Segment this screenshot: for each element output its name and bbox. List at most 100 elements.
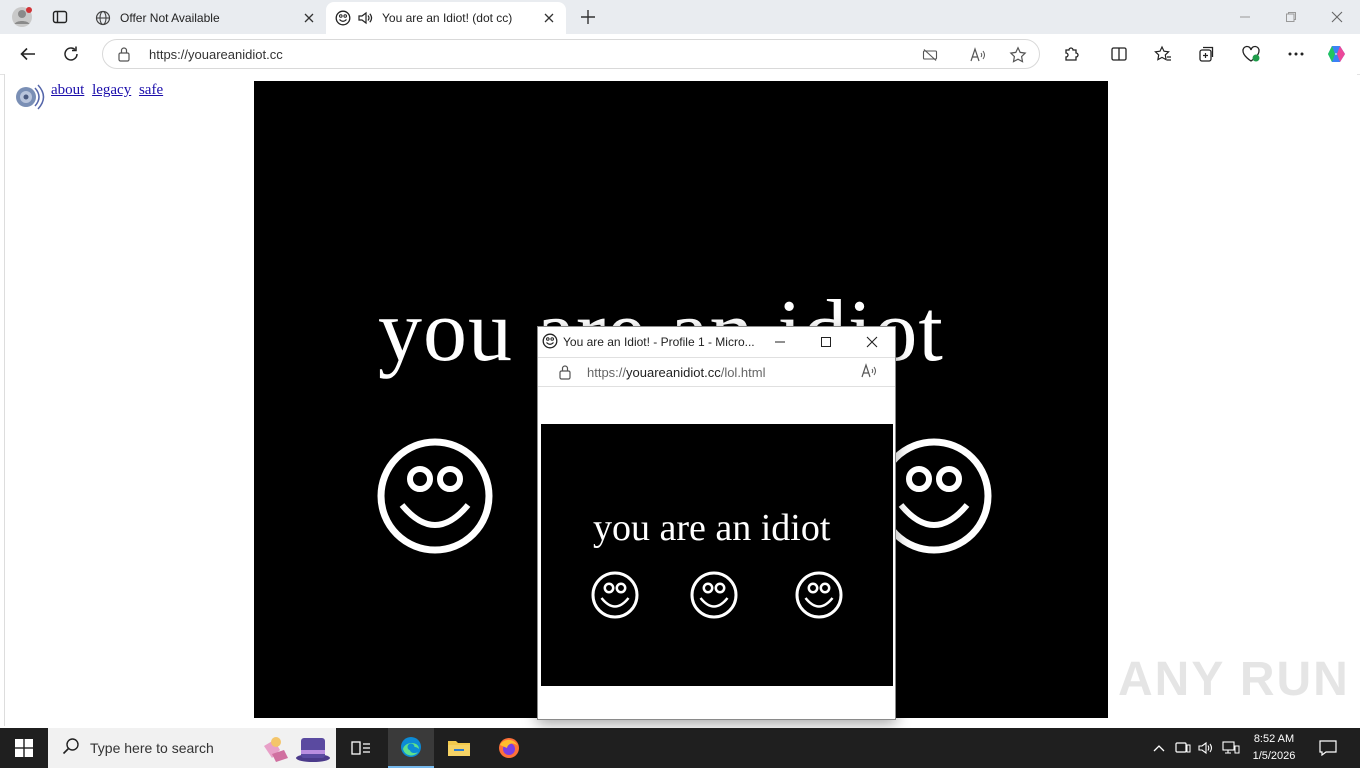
tab-close-button[interactable] <box>538 7 560 29</box>
read-aloud-icon[interactable] <box>860 363 878 384</box>
tab-title: Offer Not Available <box>120 11 220 25</box>
popup-idiot-stage[interactable]: you are an idiot <box>541 424 893 686</box>
plus-icon <box>581 10 595 24</box>
search-icon <box>62 737 80 760</box>
taskbar: Type here to search 8:52 AM 1/5/2026 <box>0 728 1360 768</box>
browser-essentials-button[interactable] <box>1236 40 1266 68</box>
smiley-icon <box>377 438 493 554</box>
start-button[interactable] <box>0 728 48 768</box>
taskbar-file-explorer[interactable] <box>436 728 482 768</box>
link-about[interactable]: about <box>51 82 84 98</box>
back-arrow-icon <box>20 47 35 61</box>
url-host: youareanidiot.cc <box>626 365 721 380</box>
tray-device-button[interactable] <box>1174 728 1192 768</box>
popup-maximize-button[interactable] <box>803 327 849 357</box>
copilot-icon <box>1328 46 1345 62</box>
collections-button[interactable] <box>1192 40 1222 68</box>
network-button[interactable] <box>1220 728 1242 768</box>
speaker-audio-icon[interactable] <box>356 9 374 27</box>
extensions-button[interactable] <box>1056 40 1086 68</box>
popup-headline: you are an idiot <box>593 507 831 549</box>
close-icon <box>304 13 314 23</box>
browser-toolbar: https://youareanidiot.cc <box>0 34 1360 75</box>
close-icon <box>544 13 554 23</box>
link-safe[interactable]: safe <box>139 82 163 98</box>
taskbar-firefox[interactable] <box>486 728 532 768</box>
taskbar-edge[interactable] <box>388 728 434 768</box>
puzzle-icon <box>1065 47 1079 61</box>
close-icon <box>866 336 878 348</box>
favorites-button[interactable] <box>1148 40 1178 68</box>
lock-icon[interactable] <box>558 364 572 385</box>
link-legacy[interactable]: legacy <box>92 82 131 98</box>
refresh-icon <box>64 46 78 61</box>
notification-icon <box>1319 740 1337 756</box>
minimize-button[interactable] <box>1222 0 1268 34</box>
popup-close-button[interactable] <box>849 327 895 357</box>
speaker-icon[interactable] <box>11 80 45 114</box>
address-bar[interactable]: https://youareanidiot.cc <box>102 39 1040 69</box>
profile-icon <box>12 7 32 27</box>
smiley-icon <box>795 571 843 619</box>
restore-icon <box>1286 12 1296 22</box>
refresh-button[interactable] <box>56 40 86 68</box>
url-scheme: https:// <box>587 365 627 380</box>
nav-links: about legacy safe <box>51 82 167 99</box>
search-placeholder: Type here to search <box>90 740 214 756</box>
popup-titlebar[interactable]: You are an Idiot! - Profile 1 - Micro... <box>538 327 895 357</box>
clock-date: 1/5/2026 <box>1252 750 1296 762</box>
copilot-button[interactable] <box>1322 40 1352 68</box>
network-icon <box>1222 741 1240 754</box>
camera-blocked-icon[interactable] <box>919 45 941 65</box>
chevron-up-icon <box>1153 745 1165 752</box>
back-button[interactable] <box>13 40 43 68</box>
volume-icon <box>1198 741 1213 755</box>
smiley-icon <box>591 571 639 619</box>
read-aloud-icon[interactable] <box>967 45 989 65</box>
address-url[interactable]: https://youareanidiot.cc <box>149 47 283 62</box>
popup-address-bar[interactable]: https://youareanidiot.cc/lol.html <box>538 357 895 387</box>
windows-logo-icon <box>15 739 33 757</box>
tab-strip: Offer Not Available You are an Idiot! (d… <box>0 0 1360 34</box>
volume-button[interactable] <box>1197 728 1215 768</box>
folder-icon <box>448 741 470 756</box>
smiley-icon <box>690 571 738 619</box>
popup-title: You are an Idiot! - Profile 1 - Micro... <box>563 335 755 349</box>
tab-actions-button[interactable] <box>46 4 74 30</box>
tab-you-are-an-idiot[interactable]: You are an Idiot! (dot cc) <box>326 2 566 34</box>
split-screen-button[interactable] <box>1104 40 1134 68</box>
notification-center-button[interactable] <box>1310 728 1346 768</box>
search-highlight-icon <box>262 732 332 769</box>
taskbar-clock[interactable]: 8:52 AM 1/5/2026 <box>1246 731 1302 765</box>
minimize-icon <box>775 341 785 343</box>
minimize-icon <box>1240 16 1250 18</box>
maximize-icon <box>821 337 831 347</box>
settings-more-button[interactable] <box>1281 40 1311 68</box>
task-view-button[interactable] <box>338 728 384 768</box>
collections-icon <box>1199 46 1214 62</box>
task-view-icon <box>351 741 370 755</box>
tab-close-button[interactable] <box>298 7 320 29</box>
heart-pulse-icon <box>1242 45 1260 62</box>
show-hidden-icons-button[interactable] <box>1150 728 1168 768</box>
tab-offer-not-available[interactable]: Offer Not Available <box>86 2 326 34</box>
clock-time: 8:52 AM <box>1253 733 1295 745</box>
favorites-icon <box>1154 45 1171 61</box>
anyrun-watermark: ANY RUN <box>1118 653 1350 706</box>
new-tab-button[interactable] <box>576 4 600 30</box>
firefox-icon <box>499 738 519 758</box>
more-dots-icon <box>1288 52 1304 56</box>
close-icon <box>1331 11 1343 23</box>
url-path: /lol.html <box>720 365 766 380</box>
close-window-button[interactable] <box>1314 0 1360 34</box>
smiley-icon <box>334 9 352 27</box>
favorite-star-icon[interactable] <box>1007 45 1029 65</box>
restore-button[interactable] <box>1268 0 1314 34</box>
taskbar-search[interactable]: Type here to search <box>48 728 336 768</box>
device-icon <box>1175 742 1191 753</box>
lock-icon[interactable] <box>117 46 131 67</box>
popup-window[interactable]: You are an Idiot! - Profile 1 - Micro...… <box>537 326 896 720</box>
popup-url[interactable]: https://youareanidiot.cc/lol.html <box>587 365 766 380</box>
popup-minimize-button[interactable] <box>757 327 803 357</box>
profile-button[interactable] <box>8 4 36 30</box>
